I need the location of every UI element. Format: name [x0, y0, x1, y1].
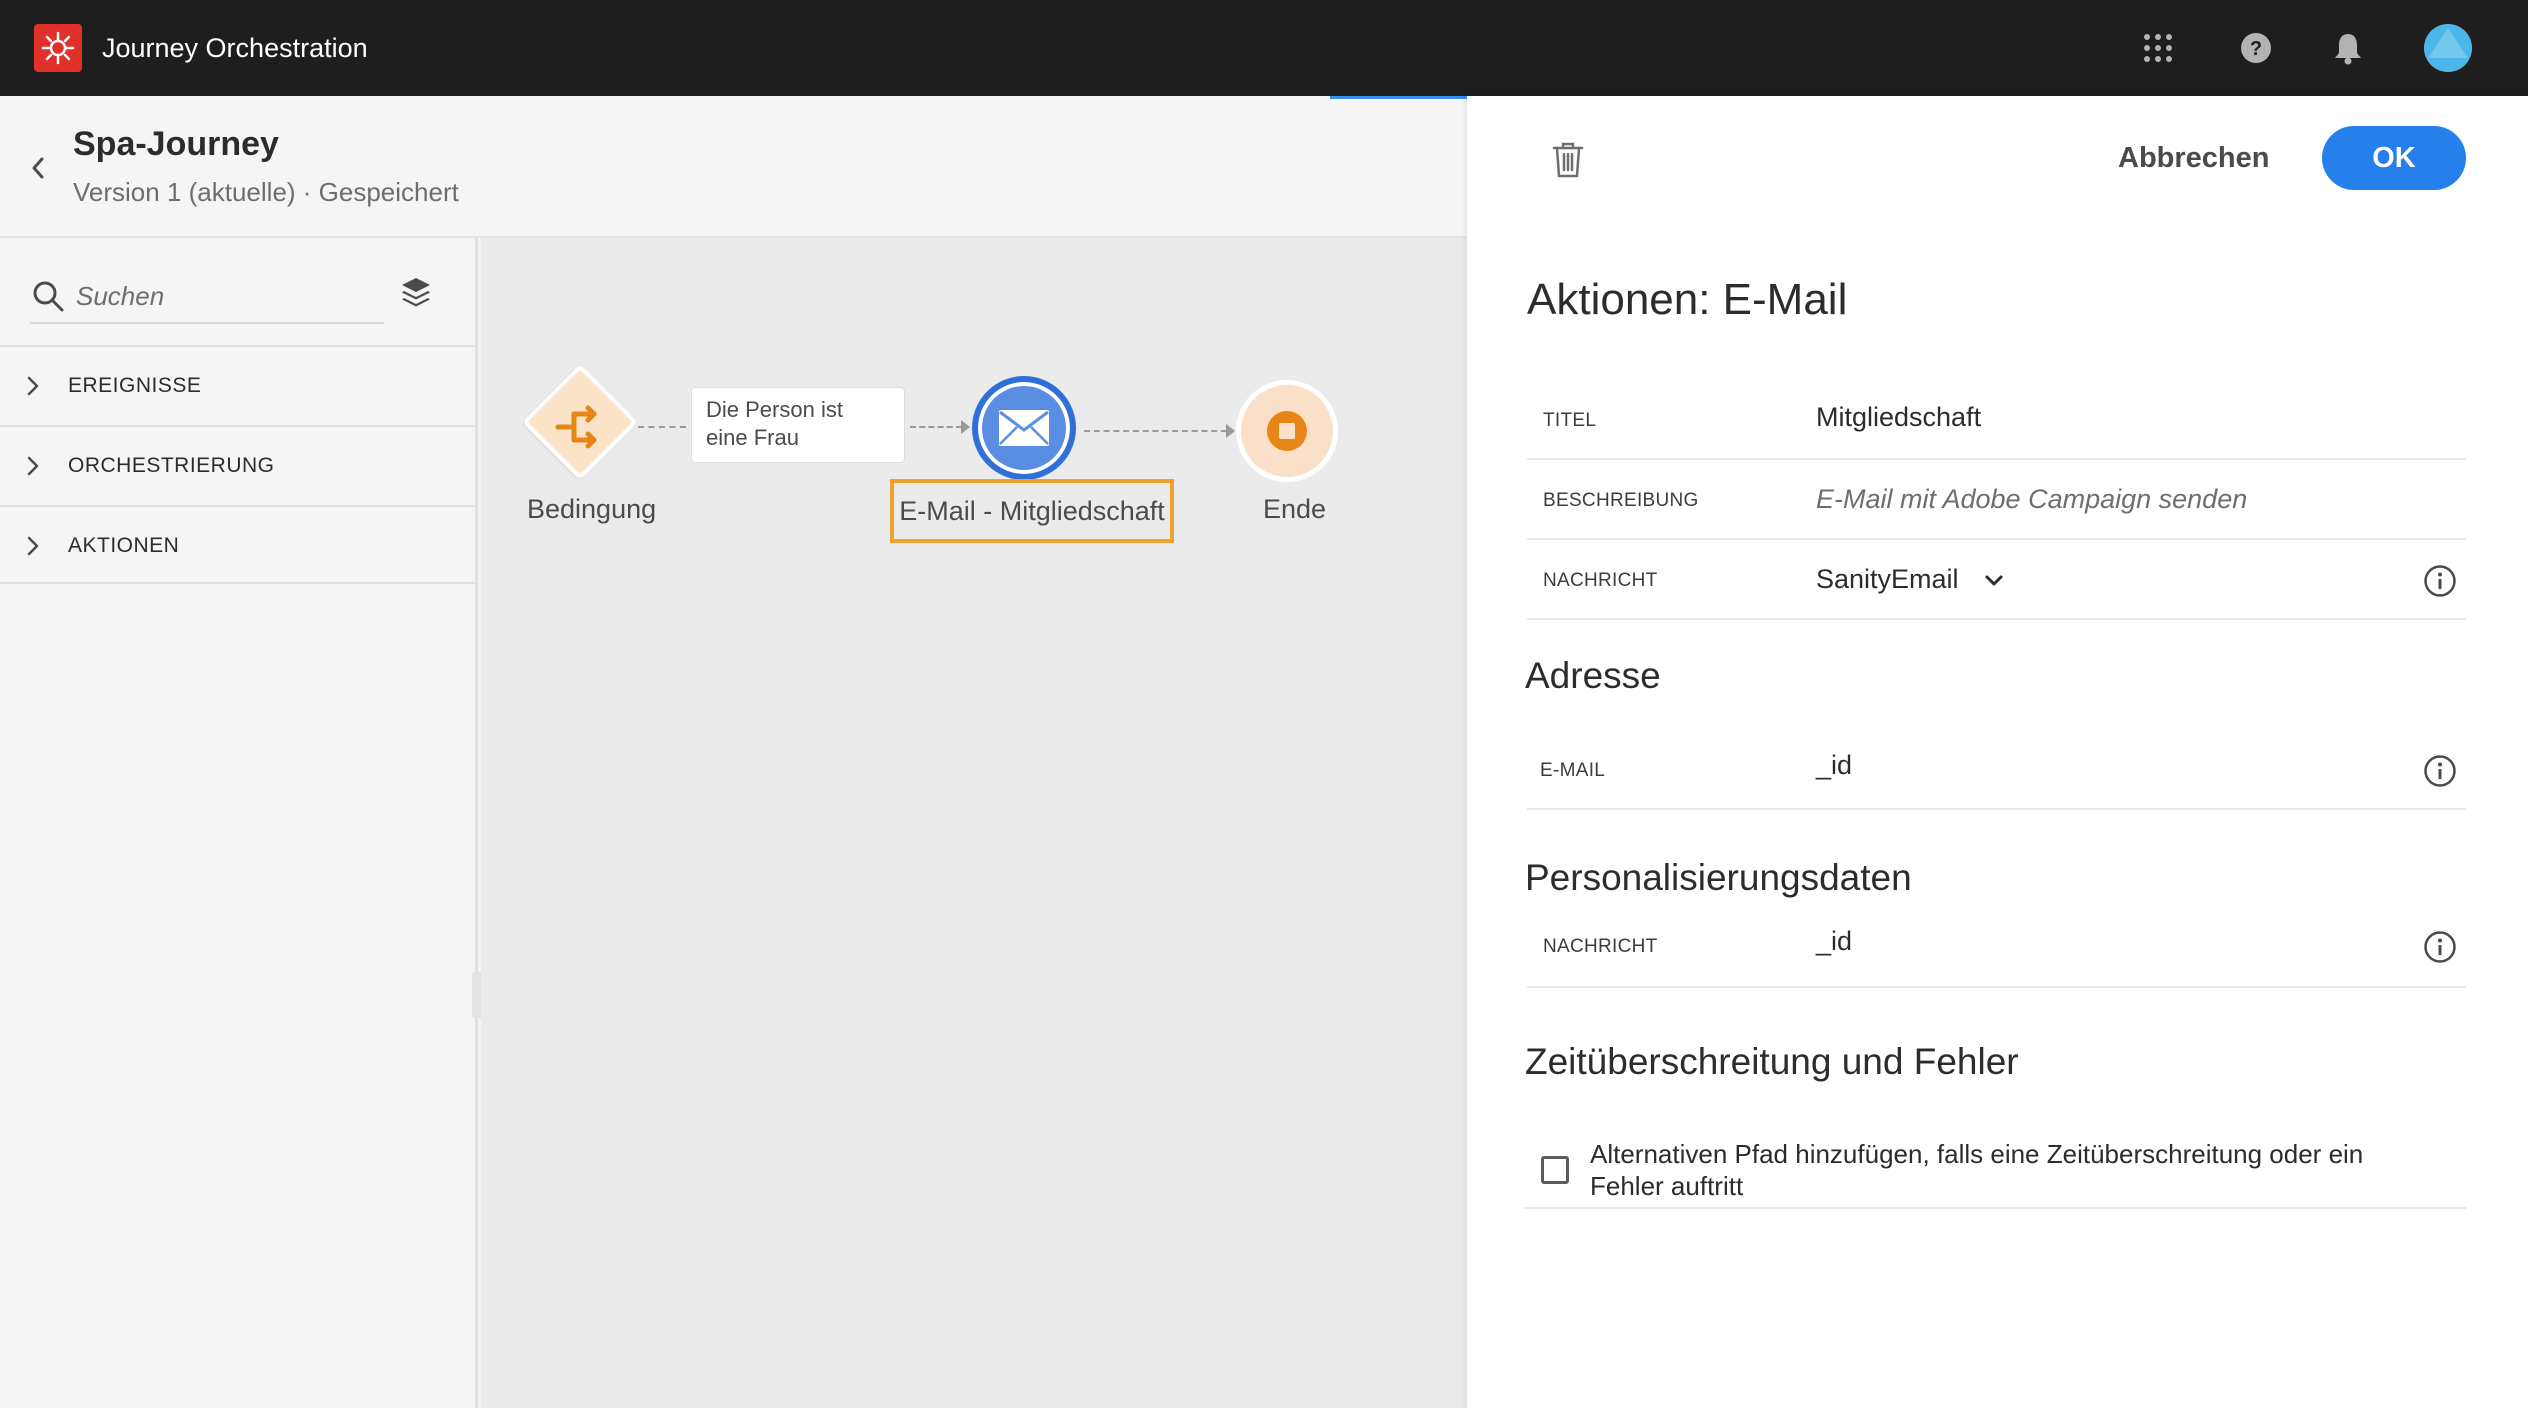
- email-action-node[interactable]: [972, 376, 1076, 480]
- divider: [1525, 1207, 2466, 1209]
- arrow-icon: [1226, 424, 1235, 438]
- bell-icon[interactable]: [2326, 26, 2370, 70]
- envelope-icon: [999, 410, 1049, 446]
- stop-icon: [1267, 411, 1307, 451]
- cancel-button[interactable]: Abbrechen: [2104, 132, 2283, 184]
- message-key: NACHRICHT: [1543, 570, 1658, 591]
- email-node-label-box[interactable]: E-Mail - Mitgliedschaft: [890, 479, 1174, 543]
- layers-icon[interactable]: [398, 274, 434, 310]
- info-icon[interactable]: [2423, 930, 2457, 964]
- title-field[interactable]: Mitgliedschaft: [1816, 402, 1981, 433]
- title-key: TITEL: [1543, 410, 1597, 431]
- chevron-right-icon: [26, 535, 56, 557]
- chevron-right-icon: [26, 375, 56, 397]
- chevron-down-icon: [1985, 575, 2003, 586]
- description-key: BESCHREIBUNG: [1543, 490, 1699, 511]
- timeout-path-checkbox[interactable]: [1541, 1156, 1569, 1184]
- sidebar-section-label: EREIGNISSE: [68, 374, 202, 397]
- chevron-right-icon: [26, 455, 56, 477]
- app-logo[interactable]: [34, 24, 82, 72]
- help-icon[interactable]: ?: [2234, 26, 2278, 70]
- message-row: NACHRICHT SanityEmail: [1527, 540, 2466, 620]
- condition-icon: [555, 405, 597, 449]
- journey-name: Spa-Journey: [73, 125, 279, 163]
- search-icon: [33, 281, 64, 312]
- title-row: TITEL Mitgliedschaft: [1527, 380, 2466, 460]
- info-icon[interactable]: [2423, 564, 2457, 598]
- logo-icon: [41, 31, 75, 65]
- description-field[interactable]: E-Mail mit Adobe Campaign senden: [1816, 484, 2247, 515]
- message-select[interactable]: SanityEmail: [1816, 564, 2004, 595]
- personalization-message-key: NACHRICHT: [1543, 936, 1658, 957]
- connector: [638, 426, 686, 428]
- sidebar-section-label: ORCHESTRIERUNG: [68, 454, 275, 477]
- connector: [1084, 430, 1227, 432]
- condition-node-label: Bedingung: [527, 494, 657, 524]
- timeout-checkbox-label[interactable]: Alternativen Pfad hinzufügen, falls eine…: [1590, 1138, 2410, 1202]
- message-select-value: SanityEmail: [1816, 564, 1959, 594]
- panel-title: Aktionen: E-Mail: [1527, 275, 1848, 324]
- sidebar-section-label: AKTIONEN: [68, 534, 180, 557]
- email-address-field[interactable]: _id: [1816, 750, 1852, 781]
- sidebar-section-actions[interactable]: AKTIONEN: [0, 505, 475, 585]
- email-key: E-MAIL: [1540, 760, 1606, 781]
- end-node-label: Ende: [1263, 494, 1327, 524]
- email-node-label: E-Mail - Mitgliedschaft: [899, 495, 1165, 526]
- connector: [910, 426, 962, 428]
- search-input[interactable]: [76, 274, 376, 318]
- app-title: Journey Orchestration: [102, 33, 368, 63]
- chevron-left-icon: [32, 157, 44, 179]
- header-accent: [1330, 96, 1467, 99]
- address-heading: Adresse: [1525, 655, 1661, 696]
- personalization-heading: Personalisierungsdaten: [1525, 857, 1912, 898]
- divider: [0, 582, 475, 584]
- personalization-message-row: NACHRICHT _id: [1527, 908, 2466, 988]
- journey-version: Version 1 (aktuelle) · Gespeichert: [73, 177, 459, 207]
- trash-icon[interactable]: [1550, 140, 1586, 180]
- ok-button[interactable]: OK: [2322, 126, 2466, 190]
- personalization-message-field[interactable]: _id: [1816, 926, 1852, 957]
- journey-header: [0, 96, 1467, 238]
- end-node[interactable]: [1236, 380, 1338, 482]
- sidebar-section-orchestration[interactable]: ORCHESTRIERUNG: [0, 425, 475, 505]
- description-row: BESCHREIBUNG E-Mail mit Adobe Campaign s…: [1527, 460, 2466, 540]
- svg-text:?: ?: [2250, 38, 2262, 60]
- condition-path-label[interactable]: Die Person ist eine Frau: [691, 387, 905, 463]
- sidebar-section-events[interactable]: EREIGNISSE: [0, 345, 475, 425]
- avatar[interactable]: [2424, 24, 2472, 72]
- search-box: [30, 270, 384, 324]
- arrow-icon: [961, 420, 970, 434]
- apps-grid-icon[interactable]: [2136, 26, 2180, 70]
- email-address-row: E-MAIL _id: [1527, 730, 2466, 810]
- back-button[interactable]: [24, 150, 52, 186]
- info-icon[interactable]: [2423, 754, 2457, 788]
- timeout-heading: Zeitüberschreitung und Fehler: [1525, 1041, 2019, 1082]
